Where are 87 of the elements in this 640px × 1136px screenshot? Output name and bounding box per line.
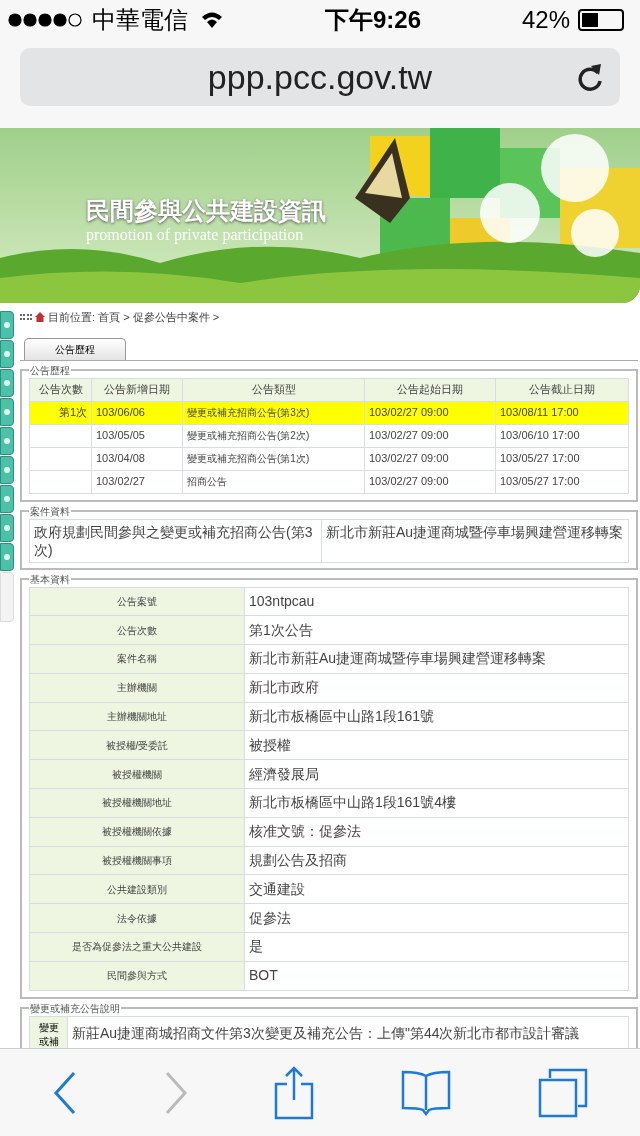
field-label: 民間參與方式 (107, 970, 167, 982)
site-subtitle: promotion of private participation (86, 226, 305, 244)
table-cell: 變更或補充招商公告(第2次) (187, 430, 310, 441)
notice-text: 新莊Au捷運商城招商文件第3次變更及補充公告：上傳"第44次新北市都市設計審議 (72, 1024, 580, 1041)
field-value: 交通建設 (249, 880, 305, 897)
table-cell: 103/02/27 09:00 (369, 429, 449, 442)
clock-time: 下午9:26 (324, 5, 421, 35)
table-row[interactable]: 103/05/05 變更或補充招商公告(第2次) 103/02/27 09:00 103/06/10 17:00 (29, 424, 629, 447)
field-label: 是否為促參法之重大公共建設 (72, 941, 202, 953)
table-cell: 變更或補充招商公告(第3次) (187, 407, 310, 418)
side-tab[interactable] (0, 427, 14, 455)
table-cell: 103/06/10 17:00 (500, 429, 580, 442)
field-label: 主辦機關地址 (107, 711, 167, 723)
field-label: 公共建設類別 (107, 883, 167, 895)
table-cell: 103/05/27 17:00 (500, 452, 580, 465)
column-header: 公告新增日期 (91, 378, 183, 401)
side-tab[interactable] (0, 456, 14, 484)
side-tab[interactable] (0, 311, 14, 339)
section-legend: 變更或補充公告說明 (29, 1000, 121, 1016)
site-title: 民間參與公共建設資訊 (86, 196, 326, 226)
field-label: 被授權機關依據 (102, 826, 172, 838)
field-value: 核准文號：促參法 (249, 823, 361, 840)
table-row[interactable]: 第1次 103/06/06 變更或補充招商公告(第3次) 103/02/27 09:00 103/08/11 17:00 (29, 401, 629, 424)
field-value: 第1次公告 (249, 621, 313, 638)
address-field[interactable]: ppp.pcc.gov.tw (20, 48, 620, 106)
battery-percent: 42% (521, 5, 570, 35)
table-cell: 103/08/11 17:00 (500, 406, 579, 419)
table-cell: 103/05/27 17:00 (500, 475, 580, 488)
field-label: 變更或補 (38, 1020, 59, 1048)
table-row[interactable]: 103/02/27 招商公告 103/02/27 09:00 103/05/27 17:00 (29, 470, 629, 493)
table-cell: 變更或補充招商公告(第1次) (187, 453, 310, 464)
table-row[interactable]: 103/04/08 變更或補充招商公告(第1次) 103/02/27 09:00 103/05/27 17:00 (29, 447, 629, 470)
field-value: 規劃公告及招商 (249, 852, 347, 869)
breadcrumb: 目前位置: 首頁 > 促參公告中案件 > (48, 310, 220, 325)
side-tab[interactable] (0, 369, 14, 397)
field-value: 經濟發展局 (249, 765, 319, 782)
field-value: 新北市板橋區中山路1段161號4樓 (249, 794, 456, 811)
share-icon[interactable] (274, 1065, 314, 1120)
field-label: 公告案號 (117, 595, 157, 607)
field-label: 法令依據 (117, 912, 157, 924)
section-legend: 公告歷程 (29, 362, 71, 378)
column-header: 公告截止日期 (495, 378, 629, 401)
column-header: 公告次數 (29, 378, 92, 401)
column-header: 公告起始日期 (364, 378, 496, 401)
reload-icon[interactable] (576, 62, 604, 92)
dots-icon (20, 314, 32, 321)
side-tab[interactable] (0, 514, 14, 542)
table-cell: 103/02/27 09:00 (369, 452, 449, 465)
column-header: 公告類型 (182, 378, 365, 401)
field-label: 被授權機關地址 (102, 797, 172, 809)
table-cell: 103/02/27 09:00 (369, 406, 449, 419)
table-cell: 103/05/05 (96, 429, 145, 442)
field-label: 被授權機關 (112, 768, 162, 780)
wifi-icon (200, 11, 224, 29)
field-value: 是 (249, 938, 263, 955)
table-cell: 第1次 (58, 406, 87, 419)
table-cell: 103/04/08 (96, 452, 145, 465)
table-cell: 招商公告 (187, 476, 227, 487)
field-value: 促參法 (249, 909, 291, 926)
side-tab[interactable] (0, 485, 14, 513)
field-value: BOT (249, 967, 278, 984)
table-cell: 103/02/27 09:00 (369, 475, 449, 488)
battery-icon (578, 9, 624, 31)
case-text: 新北市新莊Au捷運商城暨停車場興建營運移轉案 (326, 523, 624, 540)
carrier-name: 中華電信 (92, 5, 188, 35)
field-label: 公告次數 (117, 624, 157, 636)
field-label: 主辦機關 (117, 682, 157, 694)
side-tab[interactable] (0, 340, 14, 368)
case-text: 政府規劃民間參與之變更或補充招商公告(第3次) (34, 523, 313, 558)
section-legend: 案件資料 (29, 503, 71, 519)
field-label: 案件名稱 (117, 653, 157, 665)
home-icon[interactable] (34, 311, 46, 324)
side-tab[interactable] (0, 543, 14, 571)
signal-icon (8, 13, 84, 27)
table-cell: 103/02/27 (96, 475, 145, 488)
table-cell: 103/06/06 (96, 406, 145, 419)
field-value: 新北市新莊Au捷運商城暨停車場興建營運移轉案 (249, 650, 547, 667)
field-value: 被授權 (249, 736, 291, 753)
field-label: 被授權機關事項 (102, 855, 172, 867)
tabs-icon[interactable] (537, 1067, 588, 1118)
side-tab[interactable] (0, 398, 14, 426)
field-label: 被授權/受委託 (105, 739, 169, 751)
section-legend: 基本資料 (29, 571, 71, 587)
field-value: 新北市板橋區中山路1段161號 (249, 708, 435, 725)
field-value: 新北市政府 (249, 679, 319, 696)
tab[interactable]: 公告歷程 (24, 337, 126, 360)
field-value: 103ntpcau (249, 592, 315, 609)
